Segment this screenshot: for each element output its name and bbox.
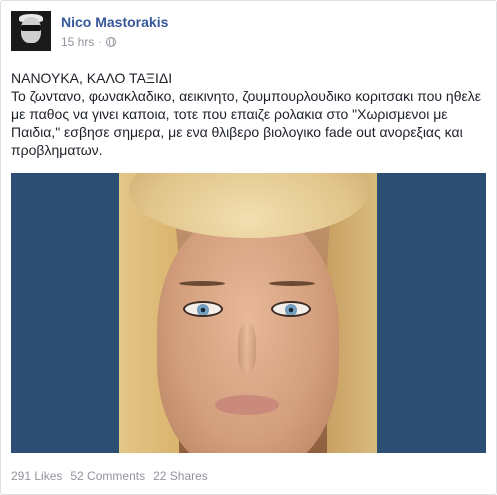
post-text-title: ΝΑΝΟΥΚΑ, ΚΑΛΟ ΤΑΞΙΔΙ <box>11 70 173 86</box>
shares-count[interactable]: 22 Shares <box>153 469 208 483</box>
portrait-image <box>119 173 377 453</box>
post-card: Nico Mastorakis 15 hrs · ΝΑΝΟΥΚΑ, ΚΑΛΟ Τ… <box>0 0 497 495</box>
portrait-left-eye <box>183 301 223 317</box>
post-text: ΝΑΝΟΥΚΑ, ΚΑΛΟ ΤΑΞΙΔΙ Το ζωντανο, φωνακλα… <box>11 69 485 159</box>
meta-separator: · <box>98 36 102 48</box>
likes-count[interactable]: 291 Likes <box>11 469 62 483</box>
author-name[interactable]: Nico Mastorakis <box>61 14 168 30</box>
portrait-left-brow <box>179 281 225 286</box>
post-header: Nico Mastorakis 15 hrs · <box>11 11 481 55</box>
globe-icon[interactable] <box>105 37 116 47</box>
avatar[interactable] <box>11 11 51 51</box>
engagement-stats: 291 Likes 52 Comments 22 Shares <box>11 469 208 483</box>
post-time[interactable]: 15 hrs <box>61 35 94 49</box>
portrait-right-eye <box>271 301 311 317</box>
avatar-sunglasses <box>21 25 41 31</box>
portrait-lips <box>215 395 279 415</box>
comments-count[interactable]: 52 Comments <box>70 469 145 483</box>
portrait-right-brow <box>269 281 315 286</box>
post-photo[interactable] <box>11 173 486 453</box>
portrait-nose <box>238 323 256 373</box>
post-meta: 15 hrs · <box>61 35 116 49</box>
post-text-body: Το ζωντανο, φωνακλαδικο, αεικινητο, ζουμ… <box>11 88 481 158</box>
